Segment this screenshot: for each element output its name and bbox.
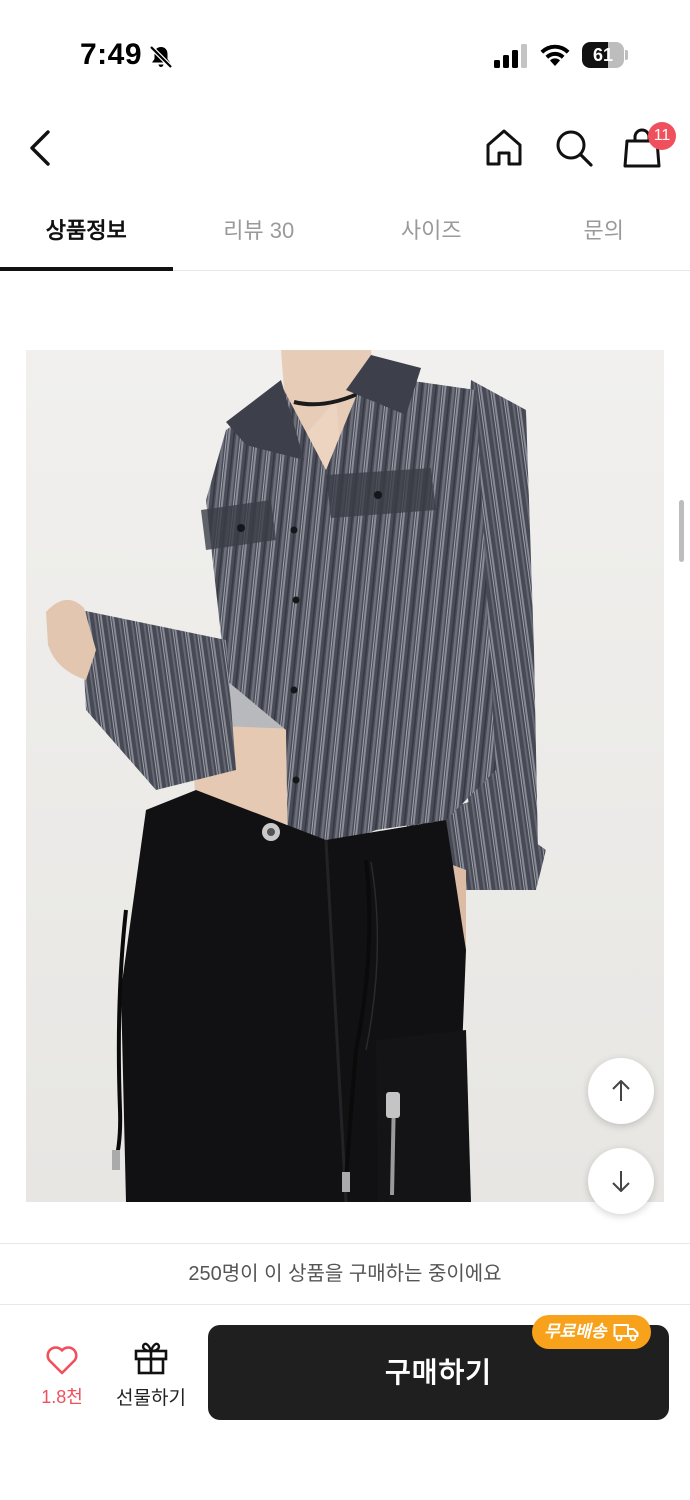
product-image xyxy=(26,350,664,1202)
free-shipping-badge: 무료배송 xyxy=(532,1315,651,1349)
free-shipping-label: 무료배송 xyxy=(544,1322,607,1341)
gift-icon xyxy=(134,1342,168,1375)
tab-size[interactable]: 사이즈 xyxy=(345,196,518,270)
search-icon[interactable] xyxy=(552,126,596,170)
like-count: 1.8천 xyxy=(41,1387,83,1407)
scroll-top-button[interactable] xyxy=(588,1058,654,1124)
product-tabs: 상품정보 리뷰 30 사이즈 문의 xyxy=(0,196,690,271)
scroll-bottom-button[interactable] xyxy=(588,1148,654,1214)
arrow-down-icon xyxy=(612,1171,630,1192)
battery-body: 61 xyxy=(582,42,624,68)
bell-slash-icon xyxy=(148,44,174,70)
scroll-indicator[interactable] xyxy=(679,500,684,562)
app-header xyxy=(0,110,690,190)
gift-button[interactable]: 선물하기 xyxy=(110,1341,192,1415)
battery-icon: 61 xyxy=(582,42,628,68)
bottom-action-bar: 1.8천 선물하기 구매하기 무료배송 xyxy=(0,1305,690,1500)
tab-product-info[interactable]: 상품정보 xyxy=(0,196,173,271)
tab-inquiry[interactable]: 문의 xyxy=(518,196,690,270)
heart-icon xyxy=(46,1346,78,1375)
battery-cap xyxy=(625,50,628,60)
cart-count-badge: 11 xyxy=(648,122,676,150)
status-time: 7:49 xyxy=(80,38,143,71)
status-bar: 7:49 61 xyxy=(0,0,690,110)
tab-reviews[interactable]: 리뷰 30 xyxy=(173,196,346,270)
gift-label: 선물하기 xyxy=(116,1388,186,1409)
truck-icon xyxy=(613,1324,639,1342)
signal-icon xyxy=(494,44,528,68)
like-button[interactable]: 1.8천 xyxy=(28,1345,96,1415)
wifi-icon xyxy=(538,42,572,68)
chevron-left-icon[interactable] xyxy=(20,124,64,172)
home-icon[interactable] xyxy=(482,126,526,170)
buyers-banner: 250명이 이 상품을 구매하는 중이에요 xyxy=(0,1243,690,1305)
arrow-up-icon xyxy=(612,1080,630,1101)
battery-level: 61 xyxy=(592,45,614,65)
